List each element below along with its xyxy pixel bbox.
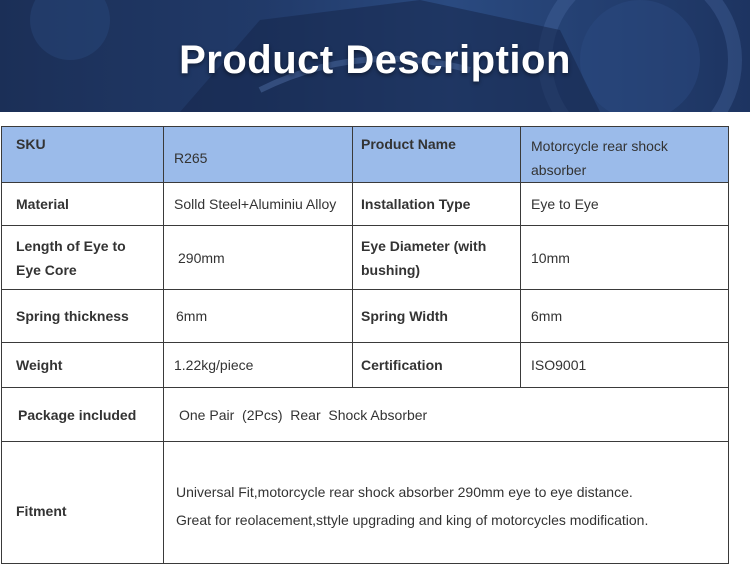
spec-value-material: Solld Steel+Aluminiu Alloy <box>163 182 353 226</box>
table-row: Material Solld Steel+Aluminiu Alloy Inst… <box>1 182 729 226</box>
spec-value-package: One Pair (2Pcs) Rear Shock Absorber <box>163 387 729 442</box>
spec-label-cell: Length of Eye to Eye Core <box>1 225 164 290</box>
spec-label-eye-diameter: Eye Diameter (with bushing) <box>361 237 487 278</box>
spec-label-sku: SKU <box>1 126 164 183</box>
fitment-line: Universal Fit,motorcycle rear shock abso… <box>176 484 633 500</box>
spec-table: SKU R265 Product Name Motorcycle rear sh… <box>1 126 729 564</box>
spec-value-sku: R265 <box>163 126 353 183</box>
spec-label-weight: Weight <box>1 342 164 388</box>
spec-label-fitment: Fitment <box>1 441 164 564</box>
table-row: SKU R265 Product Name Motorcycle rear sh… <box>1 126 729 183</box>
table-row: Package included One Pair (2Pcs) Rear Sh… <box>1 387 729 442</box>
spec-label-spring-thickness: Spring thickness <box>1 289 164 343</box>
fitment-line: Great for reolacement,sttyle upgrading a… <box>176 512 649 528</box>
table-row: Spring thickness 6mm Spring Width 6mm <box>1 289 729 343</box>
spec-value-cell: Universal Fit,motorcycle rear shock abso… <box>163 441 729 564</box>
spec-value-fitment: Universal Fit,motorcycle rear shock abso… <box>164 442 728 534</box>
spec-label-cell: Eye Diameter (with bushing) <box>352 225 521 290</box>
table-row: Length of Eye to Eye Core 290mm Eye Diam… <box>1 225 729 290</box>
spec-value-spring-width: 6mm <box>520 289 729 343</box>
spec-value-certification: ISO9001 <box>520 342 729 388</box>
header-banner: Product Description <box>0 0 750 112</box>
table-row: Weight 1.22kg/piece Certification ISO900… <box>1 342 729 388</box>
spec-value-cell: Motorcycle rear shock absorber <box>520 126 729 183</box>
spec-value-spring-thickness: 6mm <box>163 289 353 343</box>
spec-label-spring-width: Spring Width <box>352 289 521 343</box>
spec-value-product-name: Motorcycle rear shock absorber <box>531 137 668 178</box>
table-row: Fitment Universal Fit,motorcycle rear sh… <box>1 441 729 564</box>
spec-label-product-name: Product Name <box>352 126 521 183</box>
spec-label-certification: Certification <box>352 342 521 388</box>
spec-value-installation-type: Eye to Eye <box>520 182 729 226</box>
spec-value-weight: 1.22kg/piece <box>163 342 353 388</box>
spec-label-package: Package included <box>1 387 164 442</box>
spec-label-material: Material <box>1 182 164 226</box>
spec-label-eye-to-eye: Length of Eye to Eye Core <box>16 237 126 278</box>
page-title: Product Description <box>179 38 571 82</box>
spec-label-installation-type: Installation Type <box>352 182 521 226</box>
spec-value-eye-to-eye: 290mm <box>163 225 353 290</box>
spec-value-eye-diameter: 10mm <box>520 225 729 290</box>
